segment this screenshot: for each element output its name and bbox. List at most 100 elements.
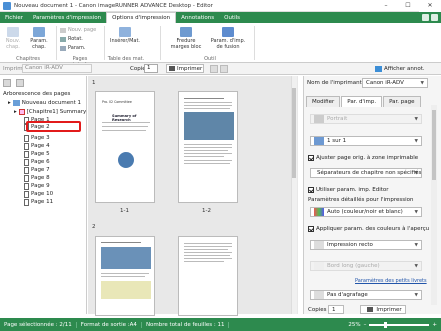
orientation-select[interactable]: Portrait ▼ (310, 114, 422, 124)
tree-item-page[interactable]: Page 4 (24, 142, 50, 150)
copies-input[interactable]: 1 (144, 64, 158, 73)
insert-toc-button[interactable]: Insérer/Mat. (110, 27, 140, 44)
caption-1-2: 1-2 (202, 208, 211, 214)
print-button[interactable]: Imprimer (166, 64, 204, 73)
view-buttons (210, 65, 228, 73)
tree-item-page[interactable]: Page 5 (24, 150, 50, 158)
page-thumbnail-3[interactable] (95, 236, 155, 316)
booklet-settings-link[interactable]: Paramètres des petits livrets (355, 278, 427, 284)
ribbon: Nouv. chap. Param. chap. Chapitres Nouv.… (0, 23, 441, 68)
window-title: Nouveau document 1 - Canon imageRUNNER A… (14, 2, 213, 9)
tree-item-page[interactable]: Page 10 (24, 190, 53, 198)
page-icon (24, 190, 29, 198)
maximize-button[interactable]: ☐ (397, 0, 419, 12)
page-settings-icon (60, 45, 66, 51)
tree-item-page[interactable]: Page 11 (24, 198, 53, 206)
page1-head: Pro. 02 Committee (102, 100, 132, 104)
printer-select[interactable]: Canon iR-ADV (22, 64, 92, 73)
caption-1-1: 1-1 (120, 208, 129, 214)
zoom-in-button[interactable]: + (432, 322, 437, 328)
printer-name-select[interactable]: Canon iR-ADV ▼ (362, 78, 428, 88)
chevron-down-icon: ▼ (414, 116, 418, 122)
tab-parametres-impression[interactable]: Paramètres d'impression (28, 12, 106, 23)
page-settings-button[interactable]: Param. (60, 45, 85, 51)
stapling-select[interactable]: Pas d'agrafage ▼ (310, 290, 422, 300)
panel-print-button[interactable]: Imprimer (360, 305, 406, 314)
new-chapter-button[interactable]: Nouv. chap. (4, 27, 22, 50)
fit-printable-checkbox[interactable]: Ajuster page orig. à zone imprimable (308, 155, 418, 161)
settings-scroll-thumb[interactable] (432, 110, 436, 180)
printer-icon (367, 307, 374, 312)
tab-par-page[interactable]: Par. page (383, 96, 421, 107)
annotation-icon (375, 65, 382, 72)
page-icon (24, 182, 29, 190)
ribbon-quick-icons (422, 12, 441, 23)
use-editor-settings-checkbox[interactable]: Utiliser param. imp. Editor (308, 187, 389, 193)
rotate-button[interactable]: Rotat. (60, 36, 83, 42)
tree-item-chapter[interactable]: ▸ [Chapitre1] Summary o (14, 108, 91, 116)
close-button[interactable]: ✕ (419, 0, 441, 12)
group-separator (254, 26, 255, 60)
help-icon[interactable] (422, 14, 429, 21)
tab-modifier[interactable]: Modifier (306, 96, 341, 107)
collapse-icon[interactable] (431, 14, 438, 21)
preview-scroll-thumb[interactable] (292, 88, 296, 178)
link-icon[interactable] (16, 79, 24, 87)
show-annotations-button[interactable]: Afficher annot. (375, 64, 431, 73)
chapter-settings-button[interactable]: Param. chap. (28, 27, 50, 50)
details-label: Paramètres détaillés pour l'impression (308, 197, 414, 203)
tab-outils[interactable]: Outils (219, 12, 245, 23)
chevron-down-icon: ▼ (414, 242, 418, 248)
tree-item-page[interactable]: Page 8 (24, 174, 50, 182)
binding-select[interactable]: Bord long (gauche) ▼ (310, 261, 422, 271)
new-page-button[interactable]: Nouv. page (60, 27, 96, 33)
expand-icon[interactable] (3, 79, 11, 87)
tab-options-impression[interactable]: Options d'impression (106, 12, 177, 23)
chapter-settings-icon (33, 27, 45, 37)
document-icon (12, 100, 20, 106)
zoom-out-button[interactable]: – (364, 322, 367, 328)
group-label-table: Table des mat. (107, 56, 145, 62)
tab-fichier[interactable]: Fichier (0, 12, 28, 23)
chapter-icon (18, 109, 25, 115)
zoom-slider[interactable] (369, 321, 430, 328)
status-total-sheets: Nombre total de feuilles : 11 (142, 321, 230, 328)
layout-select[interactable]: 1 sur 1 ▼ (310, 136, 422, 146)
apply-color-preview-checkbox[interactable]: Appliquer param. des couleurs à l'aperçu (308, 226, 429, 232)
zoom-level: 25% (348, 321, 361, 328)
tree-heading: Arborescence des pages (3, 91, 71, 97)
binding-icon (314, 262, 324, 270)
checkbox-icon (308, 155, 314, 161)
page-thumbnail-4[interactable] (178, 236, 238, 316)
page-thumbnail-2[interactable] (178, 91, 238, 203)
tree-item-document[interactable]: ▸ Nouveau document 1 (8, 99, 81, 107)
zoom-slider-knob[interactable] (384, 321, 388, 328)
status-output-format: Format de sortie :A4 (77, 321, 142, 328)
tab-annotations[interactable]: Annotations (176, 12, 219, 23)
chevron-down-icon: ▼ (420, 80, 424, 86)
color-mode-select[interactable]: Auto (couleur/noir et blanc) ▼ (310, 207, 422, 217)
tab-par-imp[interactable]: Par. d'imp. (341, 96, 383, 107)
panel-copies-input[interactable]: 1 (328, 305, 344, 314)
page-thumbnail-1[interactable]: Pro. 02 Committee Summary of Research (95, 91, 155, 203)
tree-item-page[interactable]: Page 7 (24, 166, 50, 174)
insert-toc-icon (119, 27, 131, 37)
orientation-icon (314, 115, 324, 123)
fredure-button[interactable]: Fredure marges bloc (168, 27, 204, 50)
minimize-button[interactable]: – (375, 0, 397, 12)
tree-item-page[interactable]: Page 6 (24, 158, 50, 166)
ribbon-tabs: Fichier Paramètres d'impression Options … (0, 12, 441, 23)
view-double-icon[interactable] (220, 65, 228, 73)
staple-icon (314, 291, 324, 299)
tree-item-page[interactable]: Page 9 (24, 182, 50, 190)
status-bar: Page sélectionnée : 2/11 Format de sorti… (0, 318, 441, 331)
checkbox-icon (308, 187, 314, 193)
print-mode-select[interactable]: Impression recto ▼ (310, 240, 422, 250)
group-label-chapitres: Chapitres (16, 56, 40, 62)
tree-item-page[interactable]: Page 3 (24, 134, 50, 142)
view-single-icon[interactable] (210, 65, 218, 73)
chapter-number: 1 (92, 80, 96, 86)
merge-print-settings-button[interactable]: Param. d'imp. de fusion (208, 27, 248, 50)
table-image (101, 281, 151, 299)
separator-select[interactable]: Séparateurs de chapitre non spécifiés ▼ (310, 168, 422, 178)
